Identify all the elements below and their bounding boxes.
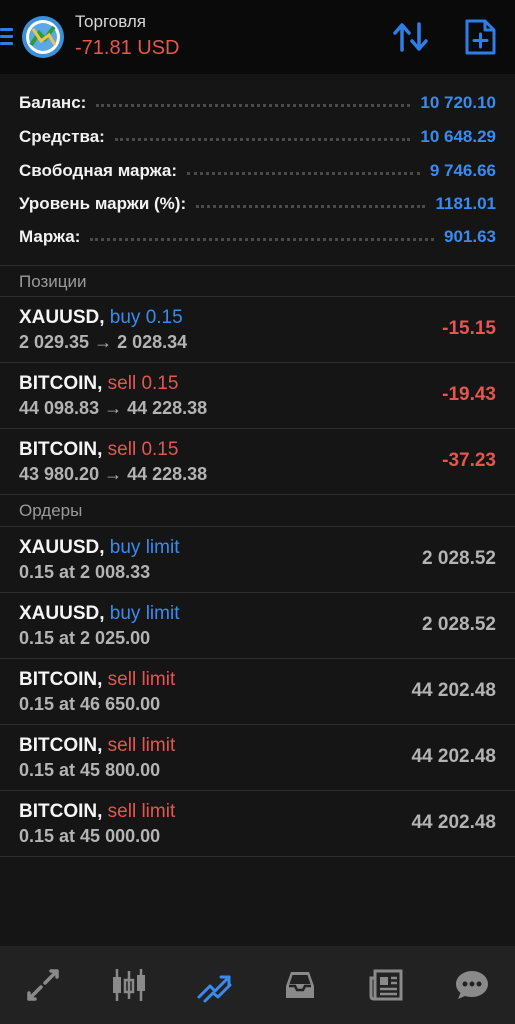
account-summary: Баланс: 10 720.10 Средства: 10 648.29 Св…	[0, 75, 515, 265]
position-symbol: BITCOIN, sell 0.15	[19, 439, 179, 460]
nav-news[interactable]	[361, 960, 411, 1010]
nav-history[interactable]	[275, 960, 325, 1010]
positions-header: Позиции	[0, 265, 515, 297]
margin-level-label: Уровень маржи (%):	[19, 194, 187, 213]
equity-label: Средства:	[19, 127, 105, 146]
position-row[interactable]: BITCOIN, sell 0.15 44 098.83 → 44 228.38…	[0, 363, 515, 429]
order-current-price: 2 028.52	[422, 614, 496, 635]
dotted-leader	[96, 103, 411, 107]
position-prices: 44 098.83 → 44 228.38	[19, 398, 208, 418]
order-detail: 0.15 at 45 800.00	[19, 760, 161, 780]
margin-label: Маржа:	[19, 227, 81, 246]
orders-header: Ордеры	[0, 495, 515, 527]
margin-level-value: 1181.01	[435, 194, 496, 213]
quotes-icon	[27, 969, 59, 1001]
free-margin-value: 9 746.66	[429, 161, 496, 180]
nav-trade[interactable]	[190, 960, 240, 1010]
order-detail: 0.15 at 2 025.00	[19, 628, 151, 648]
dotted-leader	[90, 237, 434, 241]
order-current-price: 44 202.48	[411, 746, 496, 767]
top-bar: Торговля -71.81 USD	[0, 0, 515, 74]
order-type: sell limit	[107, 669, 176, 690]
equity-value: 10 648.29	[420, 127, 496, 146]
free-margin-row: Свободная маржа: 9 746.66	[19, 158, 496, 184]
chat-icon	[456, 971, 489, 999]
order-type: sell limit	[107, 735, 176, 756]
order-row[interactable]: BITCOIN, sell limit 0.15 at 46 650.00 44…	[0, 659, 515, 725]
order-type: buy limit	[109, 603, 180, 624]
position-profit: -15.15	[442, 318, 496, 339]
equity-row: Средства: 10 648.29	[19, 124, 496, 150]
bottom-nav	[0, 946, 515, 1024]
app-logo	[22, 16, 64, 58]
menu-icon[interactable]	[0, 28, 13, 46]
nav-chart[interactable]	[104, 960, 154, 1010]
order-symbol: BITCOIN, sell limit	[19, 669, 176, 690]
new-order-icon[interactable]	[463, 18, 497, 56]
nav-quotes[interactable]	[18, 960, 68, 1010]
position-profit: -37.23	[442, 450, 496, 471]
balance-value: 10 720.10	[420, 93, 496, 112]
order-row[interactable]: BITCOIN, sell limit 0.15 at 45 000.00 44…	[0, 791, 515, 857]
position-row[interactable]: XAUUSD, buy 0.15 2 029.35 → 2 028.34 -15…	[0, 297, 515, 363]
position-symbol: XAUUSD, buy 0.15	[19, 307, 183, 328]
chart-icon	[112, 969, 145, 1001]
order-symbol: XAUUSD, buy limit	[19, 603, 180, 624]
trade-icon	[197, 975, 232, 1003]
free-margin-label: Свободная маржа:	[19, 161, 178, 180]
position-prices: 43 980.20 → 44 228.38	[19, 464, 208, 484]
position-profit: -19.43	[442, 384, 496, 405]
order-detail: 0.15 at 2 008.33	[19, 562, 151, 582]
order-symbol: BITCOIN, sell limit	[19, 735, 176, 756]
order-symbol: XAUUSD, buy limit	[19, 537, 180, 558]
order-current-price: 2 028.52	[422, 548, 496, 569]
position-side: sell 0.15	[107, 373, 179, 394]
order-row[interactable]: XAUUSD, buy limit 0.15 at 2 008.33 2 028…	[0, 527, 515, 593]
position-prices: 2 029.35 → 2 028.34	[19, 332, 188, 352]
balance-label: Баланс:	[19, 93, 87, 112]
margin-row: Маржа: 901.63	[19, 224, 496, 250]
order-current-price: 44 202.48	[411, 812, 496, 833]
order-type: buy limit	[109, 537, 180, 558]
order-symbol: BITCOIN, sell limit	[19, 801, 176, 822]
order-detail: 0.15 at 46 650.00	[19, 694, 161, 714]
floating-profit: -71.81 USD	[75, 37, 180, 59]
position-row[interactable]: BITCOIN, sell 0.15 43 980.20 → 44 228.38…	[0, 429, 515, 495]
page-title: Торговля	[75, 12, 147, 31]
balance-row: Баланс: 10 720.10	[19, 90, 496, 116]
news-icon	[369, 969, 403, 1001]
dotted-leader	[187, 171, 420, 175]
margin-level-row: Уровень маржи (%): 1181.01	[19, 191, 496, 217]
position-side: buy 0.15	[109, 307, 183, 328]
dotted-leader	[196, 204, 426, 208]
sort-icon[interactable]	[391, 20, 431, 54]
position-side: sell 0.15	[107, 439, 179, 460]
order-row[interactable]: XAUUSD, buy limit 0.15 at 2 025.00 2 028…	[0, 593, 515, 659]
position-symbol: BITCOIN, sell 0.15	[19, 373, 179, 394]
order-current-price: 44 202.48	[411, 680, 496, 701]
margin-value: 901.63	[444, 227, 496, 246]
order-row[interactable]: BITCOIN, sell limit 0.15 at 45 800.00 44…	[0, 725, 515, 791]
order-detail: 0.15 at 45 000.00	[19, 826, 161, 846]
order-type: sell limit	[107, 801, 176, 822]
dotted-leader	[114, 137, 411, 141]
nav-chat[interactable]	[447, 960, 497, 1010]
history-icon	[286, 972, 315, 998]
